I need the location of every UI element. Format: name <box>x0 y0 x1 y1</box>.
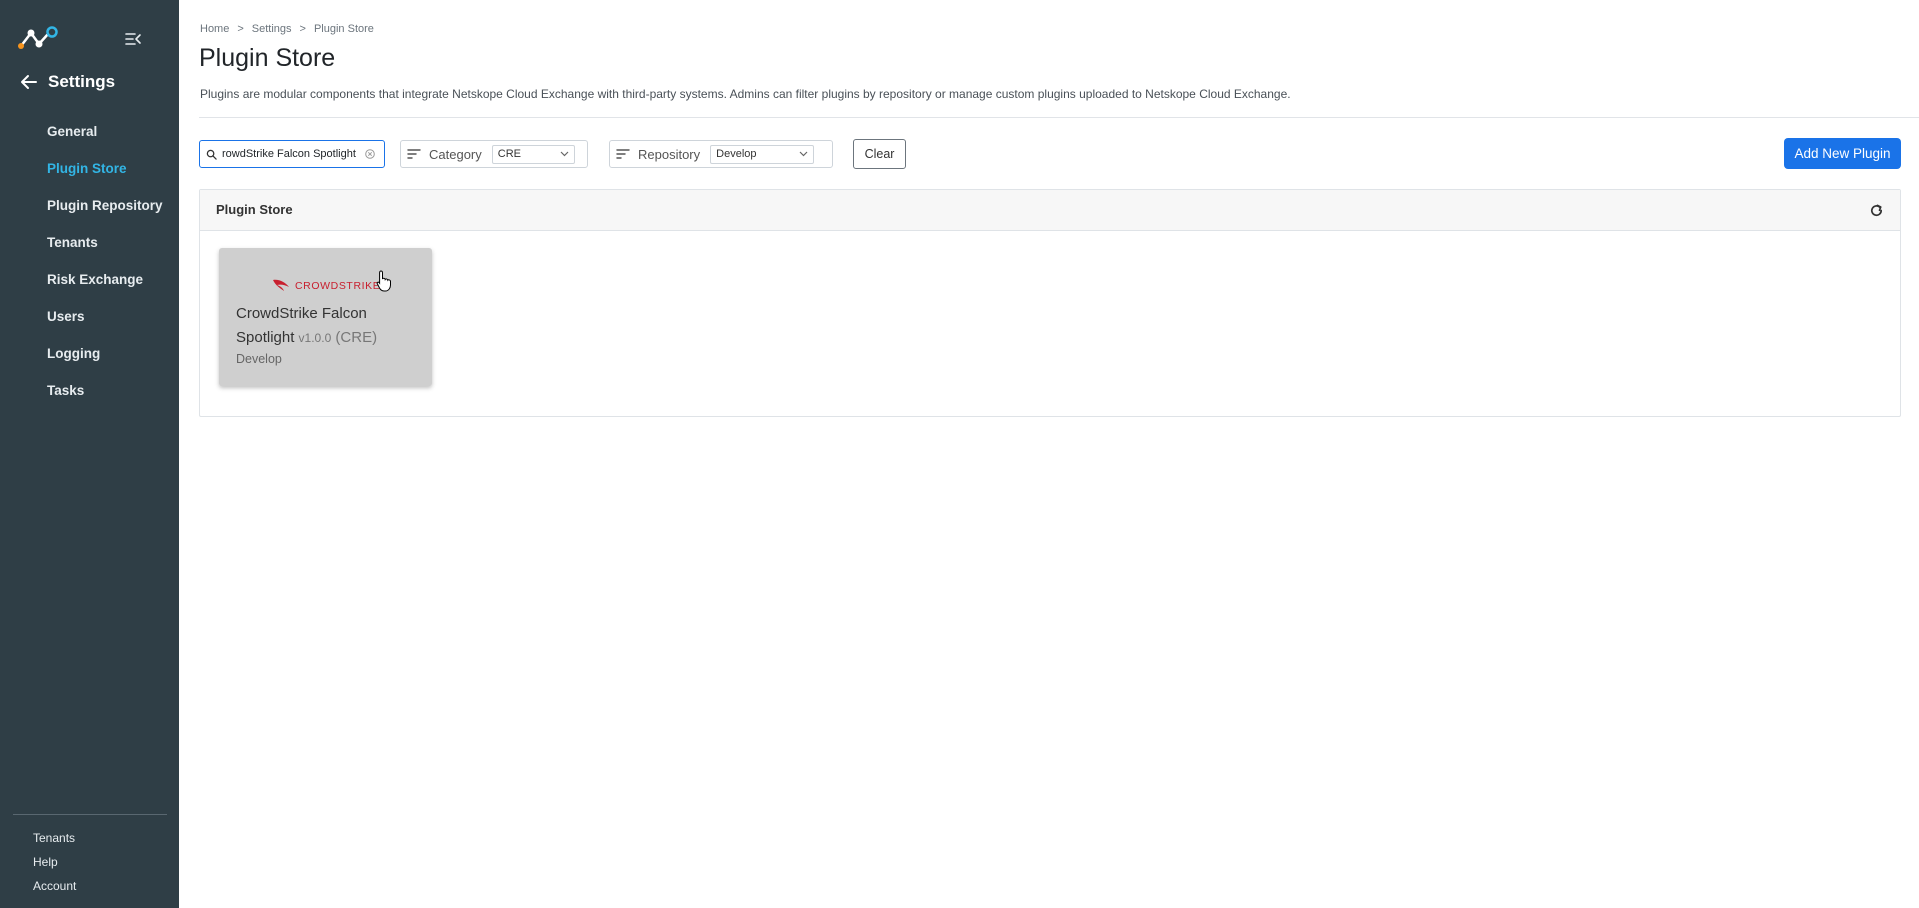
panel-header: Plugin Store <box>200 190 1900 231</box>
add-new-plugin-button[interactable]: Add New Plugin <box>1784 138 1901 169</box>
sidebar: Settings General Plugin Store Plugin Rep… <box>0 0 179 908</box>
sidebar-section-title: Settings <box>48 72 116 91</box>
breadcrumb-home[interactable]: Home <box>200 23 229 35</box>
plugin-version: v1.0.0 <box>298 331 332 345</box>
clear-filters-button[interactable]: Clear <box>853 139 906 169</box>
repository-filter: Repository Develop <box>609 140 833 168</box>
search-field[interactable] <box>199 140 385 168</box>
sidebar-item-users[interactable]: Users <box>0 299 179 336</box>
repository-select[interactable]: Develop <box>710 144 815 164</box>
sidebar-item-general[interactable]: General <box>0 114 179 151</box>
repository-select-value: Develop <box>716 148 757 160</box>
settings-back-link[interactable]: Settings <box>20 72 115 92</box>
plugin-store-panel: Plugin Store CROWDSTRIKE CrowdStrike Fal… <box>199 189 1901 417</box>
crowdstrike-logo-text: CROWDSTRIKE <box>295 280 380 292</box>
chevron-down-icon <box>799 151 808 157</box>
category-filter-label: Category <box>429 146 482 162</box>
sidebar-item-logging[interactable]: Logging <box>0 336 179 373</box>
page-title: Plugin Store <box>199 44 336 72</box>
clear-circle-icon[interactable] <box>365 149 375 159</box>
sort-filter-icon <box>407 149 421 159</box>
sidebar-bottom-links: Tenants Help Account <box>33 826 76 898</box>
mouse-pointer-icon <box>376 270 391 292</box>
breadcrumb-separator: > <box>237 23 244 35</box>
category-select[interactable]: CRE <box>491 144 575 164</box>
breadcrumb: Home > Settings > Plugin Store <box>200 23 374 35</box>
bottom-link-tenants[interactable]: Tenants <box>33 826 76 850</box>
collapse-menu-icon[interactable] <box>124 30 142 48</box>
bottom-link-account[interactable]: Account <box>33 874 76 898</box>
netskope-logo-icon[interactable] <box>18 26 60 50</box>
category-select-value: CRE <box>497 148 521 160</box>
page-description: Plugins are modular components that inte… <box>200 87 1291 101</box>
arrow-left-icon[interactable] <box>20 73 38 91</box>
repository-filter-label: Repository <box>638 146 701 162</box>
breadcrumb-settings[interactable]: Settings <box>252 23 292 35</box>
panel-title: Plugin Store <box>216 202 293 217</box>
sidebar-item-plugin-repository[interactable]: Plugin Repository <box>0 188 179 225</box>
breadcrumb-separator: > <box>299 23 306 35</box>
category-filter: Category CRE <box>400 140 588 168</box>
plugin-name: CrowdStrike Falcon Spotlight v1.0.0 (CRE… <box>236 302 416 350</box>
sidebar-divider <box>13 814 167 815</box>
sidebar-item-tasks[interactable]: Tasks <box>0 373 179 410</box>
search-icon <box>206 149 217 160</box>
main-content: Home > Settings > Plugin Store Plugin St… <box>179 0 1919 908</box>
crowdstrike-logo-icon: CROWDSTRIKE <box>273 279 380 292</box>
bottom-link-help[interactable]: Help <box>33 850 76 874</box>
sidebar-item-risk-exchange[interactable]: Risk Exchange <box>0 262 179 299</box>
sidebar-nav: General Plugin Store Plugin Repository T… <box>0 114 179 410</box>
search-input[interactable] <box>222 148 362 160</box>
sidebar-item-plugin-store[interactable]: Plugin Store <box>0 151 179 188</box>
header-divider <box>199 117 1919 118</box>
plugin-card[interactable]: CROWDSTRIKE CrowdStrike Falcon Spotlight… <box>219 248 432 386</box>
plugin-repository: Develop <box>236 352 282 366</box>
plugin-category: (CRE) <box>335 329 378 346</box>
refresh-icon[interactable] <box>1869 203 1884 218</box>
breadcrumb-current: Plugin Store <box>313 23 374 35</box>
sidebar-item-tenants[interactable]: Tenants <box>0 225 179 262</box>
sort-filter-icon <box>616 149 630 159</box>
chevron-down-icon <box>560 151 569 157</box>
